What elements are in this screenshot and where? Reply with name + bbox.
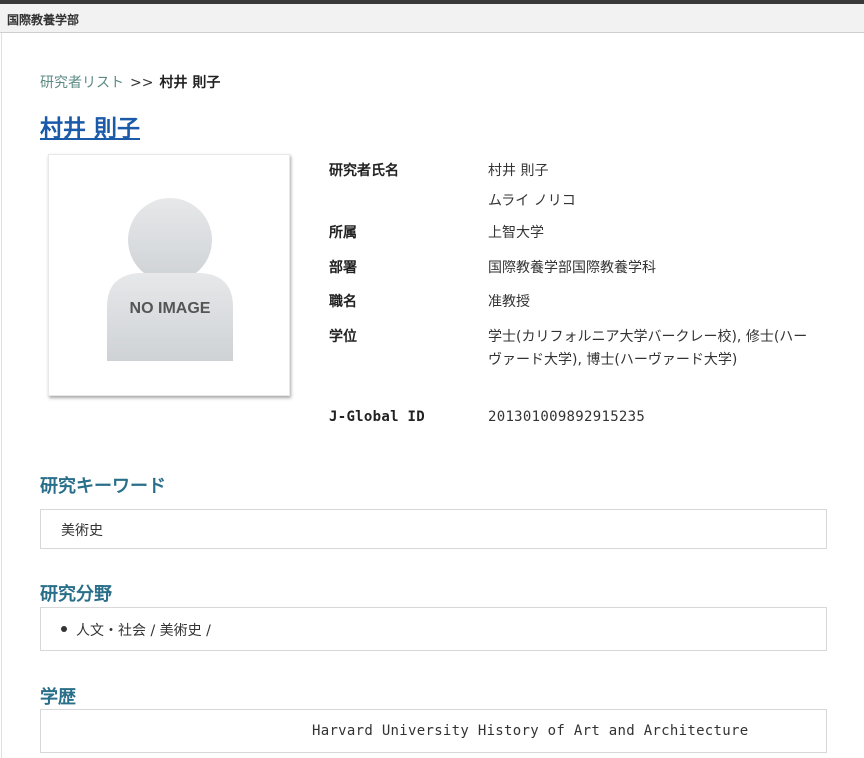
researcher-name-heading[interactable]: 村井 則子 bbox=[40, 109, 140, 143]
breadcrumb: 研究者リスト >> 村井 則子 bbox=[40, 72, 220, 92]
info-label: 部署 bbox=[329, 260, 357, 276]
info-label: 職名 bbox=[329, 294, 357, 310]
info-value: 201301009892915235 bbox=[488, 409, 646, 425]
name-kanji: 村井 則子 bbox=[488, 163, 549, 179]
header-title: 国際教養学部 bbox=[7, 13, 80, 27]
breadcrumb-separator: >> bbox=[130, 75, 154, 91]
info-value: 准教授 bbox=[488, 294, 530, 310]
breadcrumb-current: 村井 則子 bbox=[159, 75, 221, 91]
breadcrumb-researcher-list-link[interactable]: 研究者リスト bbox=[40, 75, 124, 91]
no-image-label: NO IMAGE bbox=[130, 300, 211, 317]
section-title-education: 学歴 bbox=[40, 687, 76, 708]
no-image-avatar-icon: NO IMAGE bbox=[107, 198, 233, 361]
info-value: 村井 則子 ムライ ノリコ bbox=[488, 160, 818, 213]
bullet-icon bbox=[61, 626, 67, 632]
education-box: Harvard University History of Art and Ar… bbox=[40, 709, 827, 753]
left-divider bbox=[1, 33, 2, 758]
keyword-item: 美術史 bbox=[61, 523, 103, 539]
name-kana: ムライ ノリコ bbox=[488, 193, 576, 209]
keywords-box: 美術史 bbox=[40, 509, 827, 549]
education-entry: Harvard University History of Art and Ar… bbox=[312, 723, 749, 739]
info-value: 上智大学 bbox=[488, 225, 544, 241]
section-title-research-fields: 研究分野 bbox=[40, 584, 112, 605]
info-label: 学位 bbox=[329, 329, 357, 345]
info-label: 所属 bbox=[329, 225, 357, 241]
list-item: 人文・社会 / 美術史 / bbox=[61, 620, 211, 640]
research-field-text: 人文・社会 / 美術史 / bbox=[76, 623, 211, 639]
research-fields-box: 人文・社会 / 美術史 / bbox=[40, 607, 827, 651]
info-value: 国際教養学部国際教養学科 bbox=[488, 260, 656, 276]
site-header: 国際教養学部 bbox=[0, 4, 864, 33]
info-label: J-Global ID bbox=[329, 409, 426, 425]
info-label: 研究者氏名 bbox=[329, 163, 399, 179]
section-title-keywords: 研究キーワード bbox=[40, 476, 166, 497]
profile-photo: NO IMAGE bbox=[48, 154, 290, 396]
research-fields-list: 人文・社会 / 美術史 / bbox=[61, 620, 211, 640]
info-value: 学士(カリフォルニア大学バークレー校), 修士(ハーヴァード大学), 博士(ハー… bbox=[488, 329, 808, 368]
